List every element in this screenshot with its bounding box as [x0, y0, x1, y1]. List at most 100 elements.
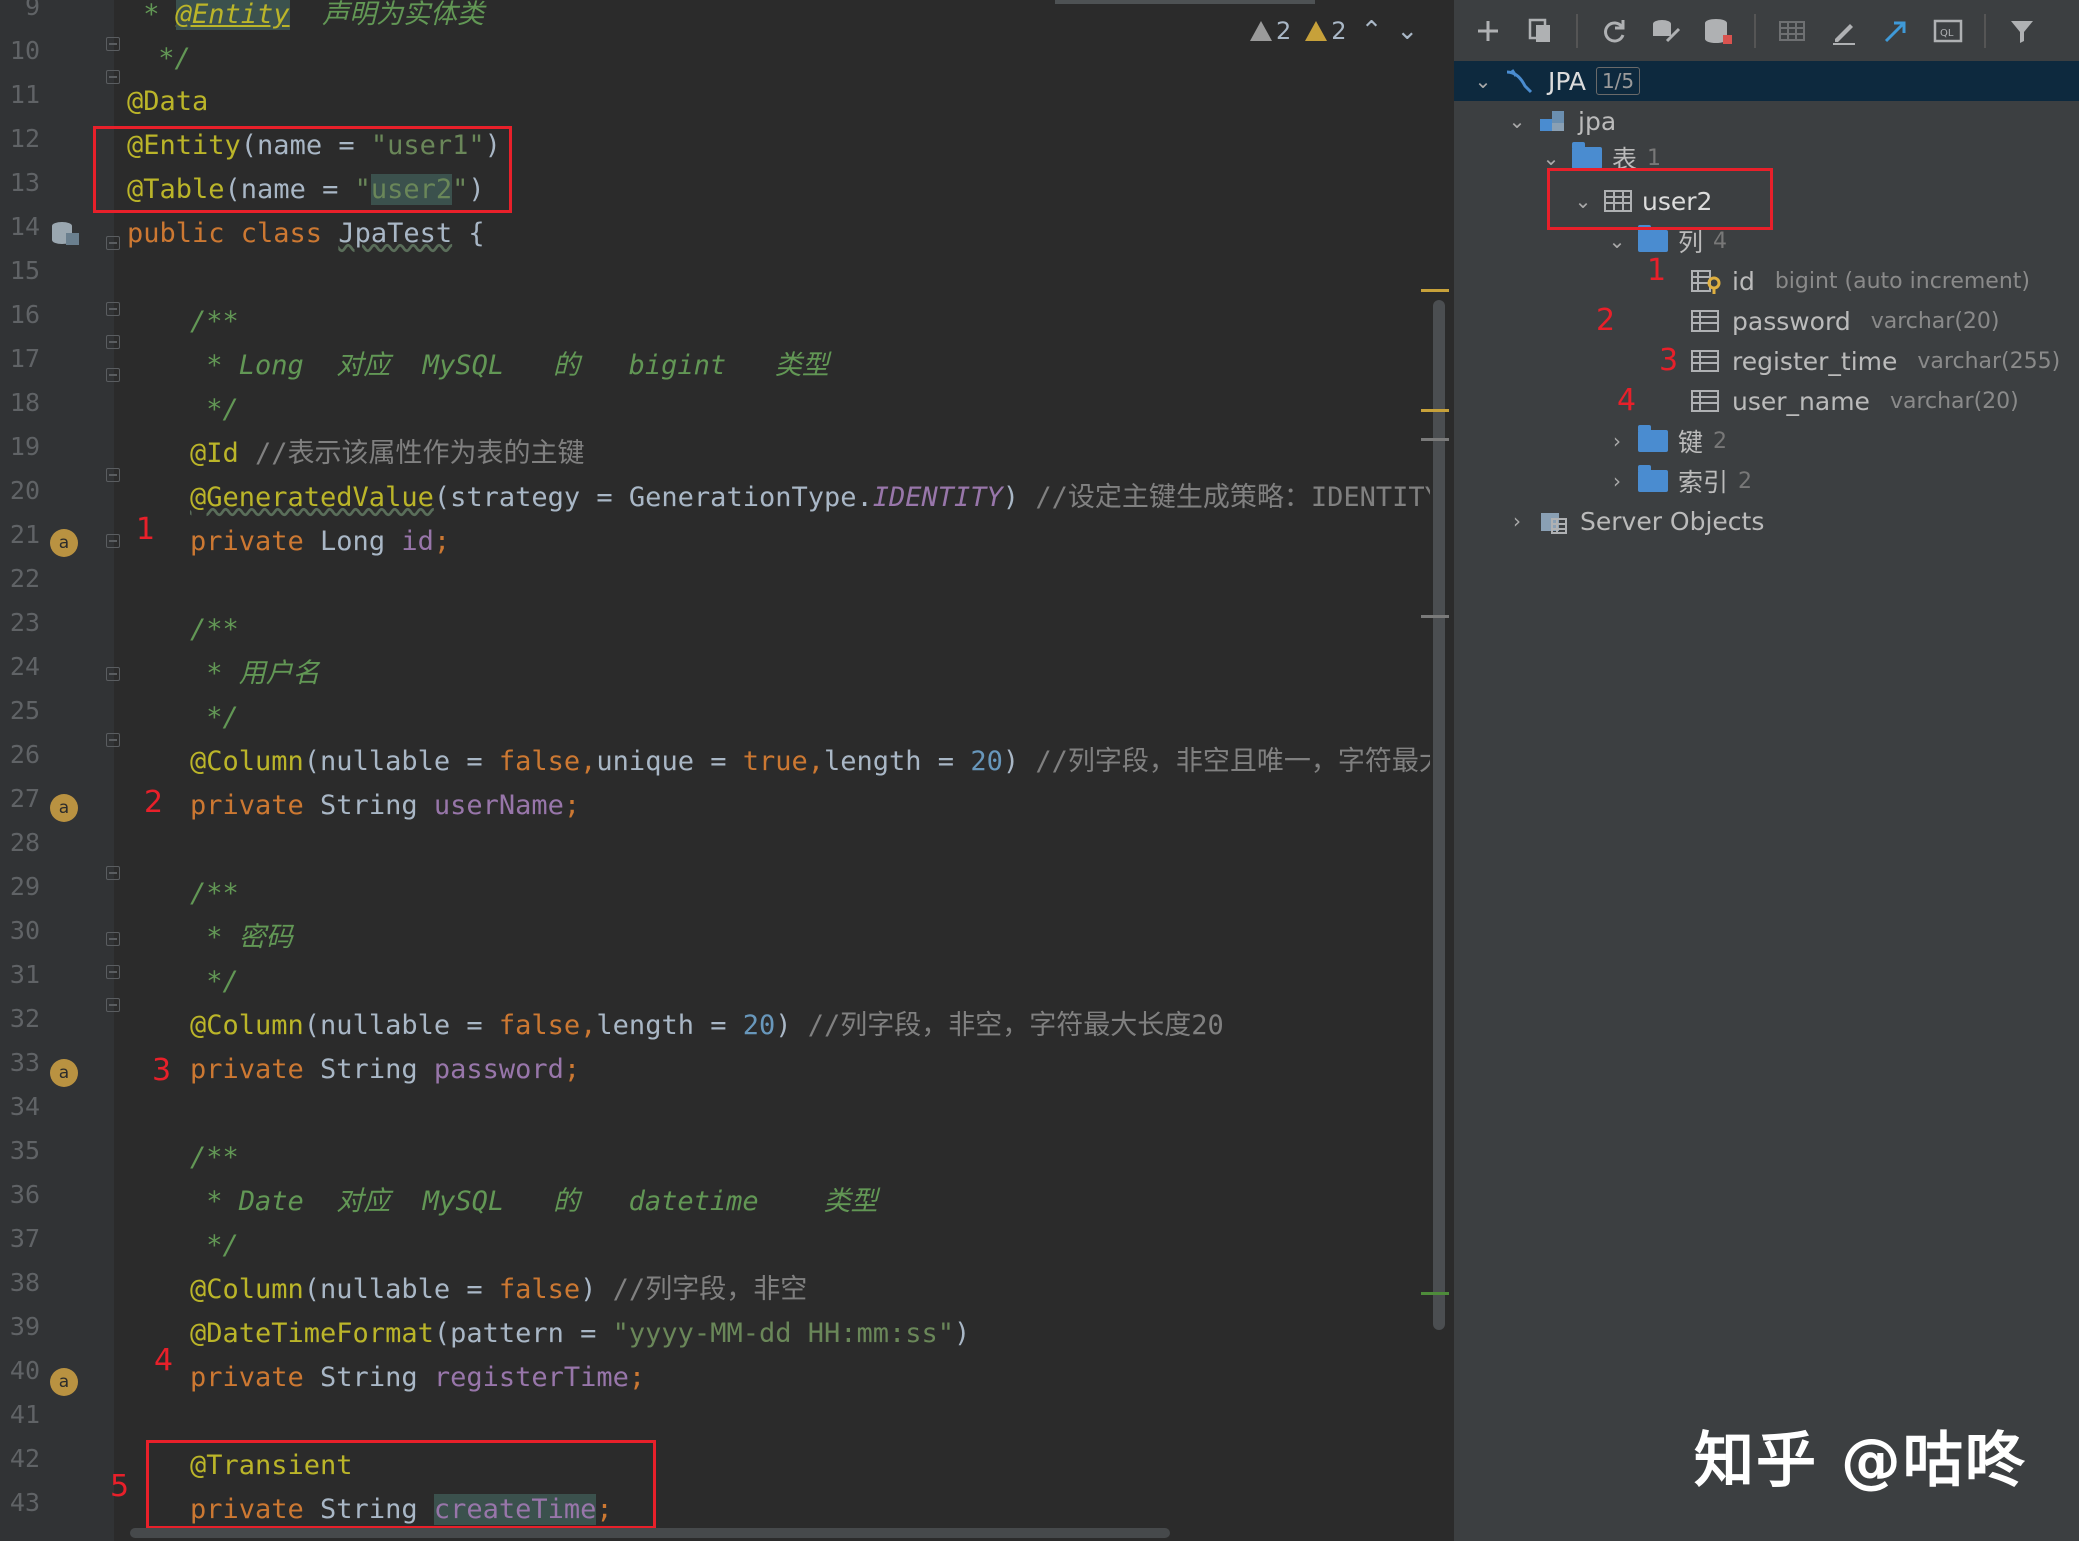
code-line-18[interactable]: */ — [190, 388, 239, 432]
column-icon — [1691, 350, 1719, 372]
fold-marker[interactable] — [106, 368, 120, 382]
code-line-40[interactable]: private String registerTime; — [190, 1356, 645, 1400]
mysql-dolphin-icon — [1506, 69, 1533, 94]
code-line-20[interactable]: @GeneratedValue(strategy = GenerationTyp… — [190, 476, 1430, 520]
code-line-17[interactable]: * Long 对应 MySQL 的 bigint 类型 — [190, 344, 829, 388]
data-source-icon[interactable] — [1702, 15, 1734, 47]
fold-marker[interactable] — [106, 667, 120, 681]
edit-icon[interactable] — [1828, 15, 1860, 47]
warning-count[interactable]: 2 — [1305, 17, 1347, 45]
query-console-icon[interactable]: QL — [1932, 15, 1964, 47]
sync-schema-icon[interactable] — [1650, 15, 1682, 47]
code-editor[interactable]: 9 10 11 12 13 14 15 16 17 18 19 20 21 22 23 24 25 26 27 28 2… — [0, 0, 1452, 1541]
chevron-up-icon[interactable]: ⌃ — [1361, 16, 1383, 46]
column-mapping-icon[interactable]: a — [50, 794, 78, 822]
code-line-25[interactable]: */ — [190, 696, 239, 740]
tree-node-server-objects[interactable]: › Server Objects — [1454, 501, 2079, 541]
code-line-38[interactable]: @Column(nullable = false) //列字段，非空 — [190, 1268, 807, 1312]
database-panel[interactable]: QL ⌄ JPA 1/5 ⌄ jpa ⌄ 表 1 ⌄ user2 ⌄ 列 4 i… — [1452, 0, 2079, 1541]
tree-node-datasource[interactable]: ⌄ JPA 1/5 — [1454, 61, 2079, 101]
code-line-26[interactable]: @Column(nullable = false,unique = true,l… — [190, 740, 1430, 784]
code-line-36[interactable]: * Date 对应 MySQL 的 datetime 类型 — [190, 1180, 877, 1224]
chevron-right-icon[interactable]: › — [1606, 469, 1628, 493]
fold-marker[interactable] — [106, 998, 120, 1012]
fold-marker[interactable] — [106, 866, 120, 880]
line-number: 25 — [9, 696, 40, 725]
schema-count-badge[interactable]: 1/5 — [1595, 67, 1641, 95]
tree-node-column-user-name[interactable]: user_name varchar(20) — [1454, 381, 2079, 421]
code-line-9[interactable]: * @Entity 声明为实体类 — [127, 0, 484, 37]
chevron-down-icon[interactable]: ⌄ — [1396, 16, 1418, 46]
fold-marker[interactable] — [106, 965, 120, 979]
tree-node-indexes-folder[interactable]: › 索引 2 — [1454, 461, 2079, 501]
line-number: 38 — [9, 1268, 40, 1297]
code-line-19[interactable]: @Id //表示该属性作为表的主键 — [190, 432, 585, 476]
fold-marker[interactable] — [106, 534, 120, 548]
warning-stripe[interactable] — [1421, 409, 1449, 412]
chevron-down-icon[interactable]: ⌄ — [1506, 109, 1528, 133]
code-line-30[interactable]: * 密码 — [190, 916, 293, 960]
horizontal-scrollbar[interactable] — [130, 1528, 1170, 1538]
chevron-down-icon[interactable]: ⌄ — [1540, 146, 1562, 170]
code-line-10[interactable]: */ — [142, 37, 191, 81]
info-stripe[interactable] — [1421, 615, 1449, 618]
info-stripe[interactable] — [1421, 438, 1449, 441]
line-number: 10 — [9, 36, 40, 65]
fold-marker[interactable] — [106, 70, 120, 84]
line-number: 30 — [9, 916, 40, 945]
fold-marker[interactable] — [106, 236, 120, 250]
code-line-23[interactable]: /** — [190, 608, 239, 652]
chevron-down-icon[interactable]: ⌄ — [1472, 69, 1494, 93]
tree-node-column-id[interactable]: id bigint (auto increment) — [1454, 261, 2079, 301]
code-line-33[interactable]: private String password; — [190, 1048, 580, 1092]
code-line-16[interactable]: /** — [190, 300, 239, 344]
column-mapping-icon[interactable]: a — [50, 529, 78, 557]
tree-node-column-register-time[interactable]: register_time varchar(255) — [1454, 341, 2079, 381]
copy-icon[interactable] — [1524, 15, 1556, 47]
chevron-right-icon[interactable]: › — [1506, 509, 1528, 533]
add-icon[interactable] — [1472, 15, 1504, 47]
refresh-icon[interactable] — [1598, 15, 1630, 47]
fold-marker[interactable] — [106, 335, 120, 349]
code-line-27[interactable]: private String userName; — [190, 784, 580, 828]
column-mapping-icon[interactable]: a — [50, 1059, 78, 1087]
tree-node-keys-folder[interactable]: › 键 2 — [1454, 421, 2079, 461]
column-mapping-icon[interactable]: a — [50, 1368, 78, 1396]
code-line-31[interactable]: */ — [190, 960, 239, 1004]
fold-marker[interactable] — [106, 733, 120, 747]
warning-stripe[interactable] — [1421, 289, 1449, 292]
chevron-right-icon[interactable]: › — [1606, 429, 1628, 453]
marker-3: 3 — [152, 1053, 172, 1088]
fold-marker[interactable] — [106, 468, 120, 482]
tree-node-schema[interactable]: ⌄ jpa — [1454, 101, 2079, 141]
folder-icon — [1638, 465, 1668, 492]
weak-warning-count[interactable]: 2 — [1250, 17, 1291, 45]
line-number: 37 — [9, 1224, 40, 1253]
vertical-scrollbar[interactable] — [1433, 300, 1445, 1330]
jump-icon[interactable] — [1880, 15, 1912, 47]
inspection-widget[interactable]: 2 2 ⌃ ⌄ — [1250, 12, 1418, 50]
tree-node-column-password[interactable]: password varchar(20) — [1454, 301, 2079, 341]
fold-marker[interactable] — [106, 302, 120, 316]
filter-icon[interactable] — [2006, 15, 2038, 47]
change-stripe[interactable] — [1421, 1292, 1449, 1295]
code-line-29[interactable]: /** — [190, 872, 239, 916]
server-objects-icon — [1541, 513, 1567, 534]
code-line-39[interactable]: @DateTimeFormat(pattern = "yyyy-MM-dd HH… — [190, 1312, 970, 1356]
column-marker-2: 2 — [1596, 303, 1616, 338]
svg-text:QL: QL — [1940, 28, 1954, 39]
code-line-32[interactable]: @Column(nullable = false,length = 20) //… — [190, 1004, 1224, 1048]
line-number: 26 — [9, 740, 40, 769]
code-line-14[interactable]: public class JpaTest { — [127, 212, 485, 256]
code-line-11[interactable]: @Data — [127, 80, 208, 124]
table-icon[interactable] — [1776, 15, 1808, 47]
code-line-24[interactable]: * 用户名 — [190, 652, 320, 696]
fold-marker[interactable] — [106, 932, 120, 946]
code-line-37[interactable]: */ — [190, 1224, 239, 1268]
database-entity-icon[interactable] — [50, 221, 80, 247]
chevron-down-icon[interactable]: ⌄ — [1606, 229, 1628, 253]
line-number: 34 — [9, 1092, 40, 1121]
code-line-21[interactable]: private Long id; — [190, 520, 450, 564]
fold-marker[interactable] — [106, 37, 120, 51]
code-line-35[interactable]: /** — [190, 1136, 239, 1180]
